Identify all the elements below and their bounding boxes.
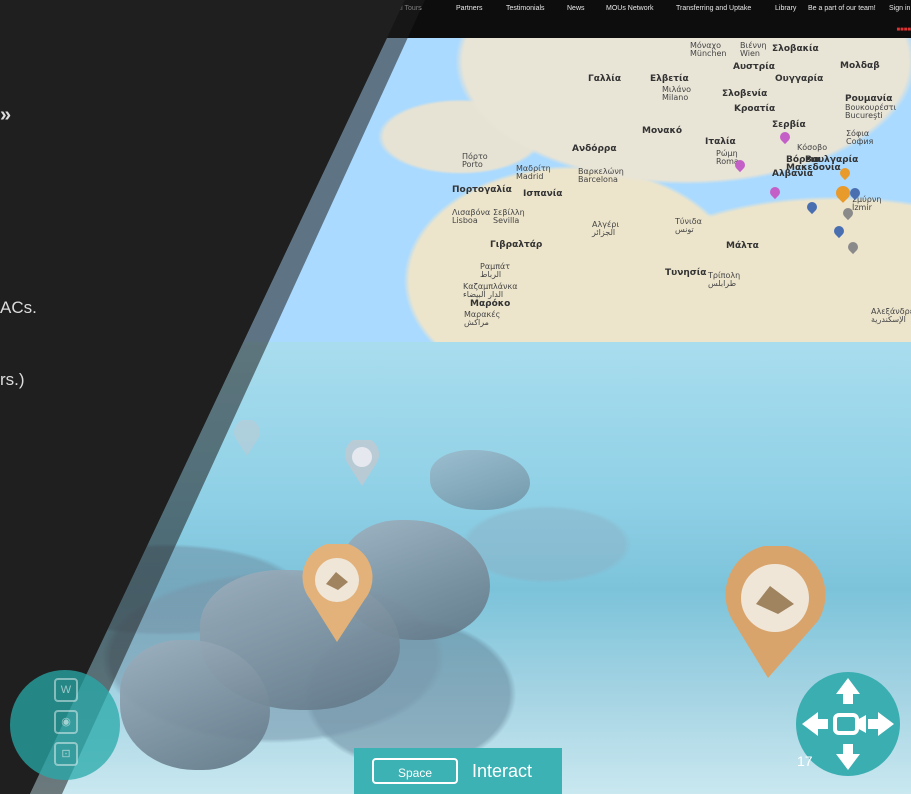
map-label: Μιλάνο Milano bbox=[662, 85, 691, 102]
hotspot-marker-faded[interactable] bbox=[343, 440, 381, 488]
map-label: Μονακό bbox=[642, 126, 683, 136]
map-label: Αλεξάνδρει الإسكندرية bbox=[871, 307, 911, 324]
map-label: Γιβραλτάρ bbox=[490, 240, 543, 250]
map-label: Βαρκελώνη Barcelona bbox=[578, 167, 624, 184]
map-label: Αλβανία bbox=[772, 169, 814, 179]
arrow-left-icon[interactable] bbox=[802, 712, 828, 736]
map-label: Σεβίλλη Sevilla bbox=[493, 208, 525, 225]
map-label: Μαδρίτη Madrid bbox=[516, 164, 551, 181]
nav-item[interactable]: Library bbox=[775, 5, 796, 12]
map-label: Λισαβόνα Lisboa bbox=[452, 208, 491, 225]
map-label: Ανδόρρα bbox=[572, 144, 617, 154]
map-label: Μάλτα bbox=[726, 241, 759, 251]
frame-icon[interactable]: ⊡ bbox=[54, 742, 78, 766]
arrow-up-icon[interactable] bbox=[836, 678, 860, 704]
hotspot-marker-1[interactable] bbox=[300, 544, 375, 644]
nav-item[interactable]: Partners bbox=[456, 5, 482, 12]
map-label: Αλγέρι الجزائر bbox=[592, 220, 620, 237]
interact-label: Interact bbox=[472, 761, 533, 781]
overlay-fragment: ACs. bbox=[0, 298, 37, 317]
map-label: Ουγγαρία bbox=[775, 74, 824, 84]
w-key-button[interactable]: W bbox=[54, 678, 78, 702]
map-label: Μαρακές مراكش bbox=[464, 310, 501, 327]
map-label: Πορτογαλία bbox=[452, 185, 512, 195]
nav-item[interactable]: Transferring and Uptake bbox=[676, 5, 751, 12]
language-flags[interactable]: ■■■■ bbox=[897, 27, 911, 33]
counter: 17 bbox=[797, 753, 813, 769]
map-label: Σερβία bbox=[772, 120, 806, 130]
arrow-right-icon[interactable] bbox=[868, 712, 894, 736]
map-label: Μόναχο München bbox=[690, 41, 727, 58]
map-label: Ελβετία bbox=[650, 74, 689, 84]
map-label: Σλοβενία bbox=[722, 89, 768, 99]
nav-item[interactable]: MOUs Network bbox=[606, 5, 653, 12]
map-label: Τυνησία bbox=[665, 268, 707, 278]
arrow-down-icon[interactable] bbox=[836, 744, 860, 770]
map-label: Ισπανία bbox=[523, 189, 563, 199]
map-label: Ραμπάτ الرباط bbox=[480, 262, 511, 279]
map-label: Αυστρία bbox=[733, 62, 775, 72]
map-label: Μαρόκο bbox=[470, 299, 511, 309]
map-label: Κροατία bbox=[734, 104, 776, 114]
map-label: Κόσοβο bbox=[797, 143, 828, 152]
nav-item[interactable]: Sign in bbox=[889, 5, 910, 12]
map-label: Σόφια София bbox=[846, 129, 874, 146]
map-label: Καζαμπλάνκα الدار البيضاء bbox=[463, 282, 518, 299]
map-panel[interactable]: Γαλλία Ελβετία Μιλάνο Milano Αυστρία Σλοβακί… bbox=[160, 0, 911, 342]
map-label: Βουκουρέστι Bucureşti bbox=[845, 103, 897, 120]
space-key[interactable]: Space bbox=[372, 758, 458, 784]
camera-icon[interactable] bbox=[833, 713, 866, 735]
record-icon[interactable]: ◉ bbox=[54, 710, 78, 734]
nav-item[interactable]: Virtual Tours bbox=[383, 5, 422, 12]
map-label: Πόρτο Porto bbox=[462, 152, 488, 169]
interact-bar[interactable]: Space Interact bbox=[354, 748, 562, 794]
map-pin[interactable] bbox=[831, 223, 847, 239]
map-pin[interactable] bbox=[767, 184, 783, 200]
overlay-fragment: » bbox=[0, 104, 12, 126]
overlay-fragment: rs.) bbox=[0, 370, 25, 389]
map-label: Σλοβακία bbox=[772, 44, 819, 54]
map-pin[interactable] bbox=[845, 239, 861, 255]
nav-item[interactable]: News bbox=[567, 5, 585, 12]
top-navigation: Virtual Tours Partners Testimonials News MOU… bbox=[0, 0, 911, 38]
map-label: Τρίπολη طرابلس bbox=[708, 271, 741, 288]
map-pin[interactable] bbox=[279, 215, 295, 231]
map-label: Βιέννη Wien bbox=[740, 41, 767, 58]
map-pin[interactable] bbox=[804, 199, 820, 215]
rock bbox=[430, 450, 530, 510]
map-label: Τύνιδα تونس bbox=[675, 217, 702, 234]
map-label: Μολδαβ bbox=[840, 61, 880, 71]
nav-item[interactable]: Be a part of our team! bbox=[808, 5, 876, 12]
movement-controls-left: W ◉ ⊡ bbox=[10, 670, 120, 780]
map-label: Γαλλία bbox=[588, 74, 621, 84]
hotspot-marker-faded[interactable] bbox=[232, 420, 262, 458]
map-label: Ρουμανία bbox=[845, 94, 893, 104]
map-pin[interactable] bbox=[777, 129, 793, 145]
hotspot-marker-2[interactable] bbox=[718, 546, 832, 680]
nav-item[interactable]: Testimonials bbox=[506, 5, 545, 12]
map-label: Ιταλία bbox=[705, 137, 736, 147]
